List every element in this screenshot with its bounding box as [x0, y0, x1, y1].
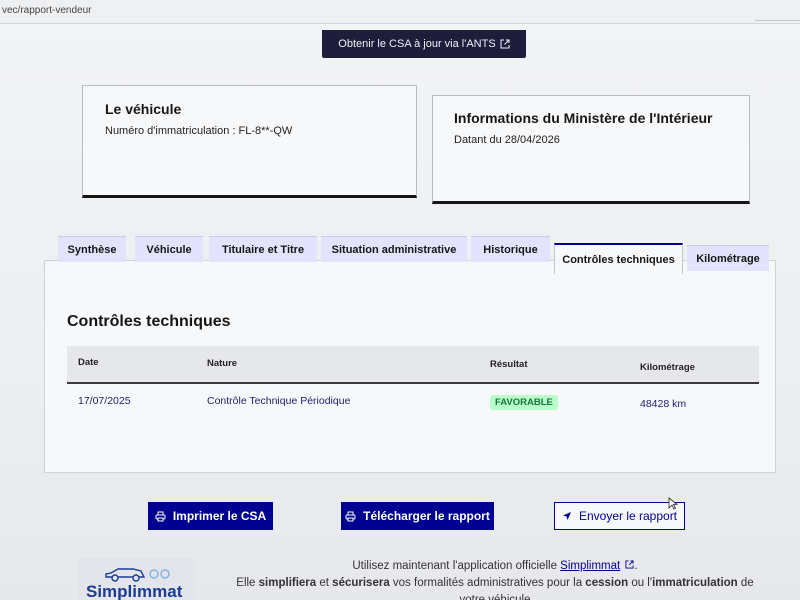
tab-synthese[interactable]: Synthèse — [58, 236, 126, 262]
send-report-button[interactable]: Envoyer le rapport — [554, 502, 685, 530]
footer-text-part: et — [316, 577, 333, 589]
controles-table: Date Nature Résultat Kilométrage 17/07/2… — [67, 346, 759, 424]
tab-situation-administrative[interactable]: Situation administrative — [321, 236, 467, 262]
footer-line-1-suffix: . — [634, 560, 638, 572]
panel-title: Contrôles techniques — [67, 313, 231, 330]
footer-text-part: de — [737, 577, 754, 589]
tab-vehicule[interactable]: Véhicule — [135, 236, 203, 262]
column-header-kilometrage: Kilométrage — [640, 362, 695, 373]
footer-emphasis: sécurisera — [332, 577, 390, 589]
page: vec/rapport-vendeur Obtenir le CSA à jou… — [0, 0, 800, 600]
footer-emphasis: cession — [585, 577, 629, 589]
vehicle-card-title: Le véhicule — [105, 101, 182, 117]
column-header-date: Date — [78, 357, 99, 368]
car-icon — [105, 568, 170, 582]
vehicle-card: Le véhicule Numéro d'immatriculation : F… — [82, 85, 417, 198]
column-header-nature: Nature — [207, 358, 238, 369]
tab-titulaire[interactable]: Titulaire et Titre — [209, 236, 317, 262]
url-text: vec/rapport-vendeur — [2, 5, 92, 16]
table-header: Date Nature Résultat Kilométrage — [67, 346, 759, 384]
footer-promo-text: Utilisez maintenant l'application offici… — [215, 558, 775, 600]
ministry-card-title: Informations du Ministère de l'Intérieur — [454, 110, 713, 126]
table-row: 17/07/2025 Contrôle Technique Périodique… — [67, 384, 759, 424]
external-link-icon — [500, 39, 510, 49]
footer-line-1: Utilisez maintenant l'application offici… — [215, 558, 775, 575]
ants-csa-link-button[interactable]: Obtenir le CSA à jour via l'ANTS — [322, 30, 526, 58]
footer-text-part: ou l' — [628, 577, 653, 589]
ministry-date-text: Datant du 28/04/2026 — [454, 134, 560, 146]
tab-panel-controles: Contrôles techniques Date Nature Résulta… — [44, 260, 776, 473]
result-badge: FAVORABLE — [490, 395, 558, 410]
cell-kilometrage: 48428 km — [640, 398, 687, 410]
action-bar: Imprimer le CSA Télécharger le rapport E… — [0, 502, 800, 532]
tab-controles-techniques[interactable]: Contrôles techniques — [554, 243, 683, 274]
tab-historique[interactable]: Historique — [471, 236, 550, 262]
footer-line-3: votre véhicule — [459, 594, 531, 600]
ants-csa-label: Obtenir le CSA à jour via l'ANTS — [338, 38, 496, 50]
send-report-label: Envoyer le rapport — [578, 509, 678, 523]
tab-bar: Synthèse Véhicule Titulaire et Titre Sit… — [58, 236, 778, 274]
simplimmat-logo[interactable]: Simplimmat — [78, 558, 196, 600]
browser-frame-edge — [755, 20, 800, 21]
plate-number-text: Numéro d'immatriculation : FL-8**-QW — [105, 125, 293, 137]
simplimmat-link[interactable]: Simplimmat — [560, 560, 620, 572]
printer-icon — [345, 511, 356, 521]
tab-kilometrage[interactable]: Kilométrage — [687, 245, 769, 271]
logo-wordmark: Simplimmat — [86, 582, 183, 600]
mouse-cursor-icon — [668, 497, 678, 510]
download-report-label: Télécharger le rapport — [363, 509, 490, 523]
footer-text-part: vos formalités administratives pour la — [389, 577, 586, 589]
ministry-card: Informations du Ministère de l'Intérieur… — [432, 95, 750, 204]
cell-date: 17/07/2025 — [78, 395, 131, 407]
browser-url-bar[interactable]: vec/rapport-vendeur — [0, 0, 800, 24]
print-csa-label: Imprimer le CSA — [172, 509, 267, 523]
footer-line-2: Elle simplifiera et sécurisera vos forma… — [215, 575, 775, 592]
send-icon — [562, 512, 571, 520]
footer-emphasis: simplifiera — [258, 577, 317, 589]
print-csa-button[interactable]: Imprimer le CSA — [148, 502, 273, 530]
column-header-resultat: Résultat — [490, 359, 528, 370]
footer-line-1-prefix: Utilisez maintenant l'application offici… — [352, 560, 561, 572]
download-report-button[interactable]: Télécharger le rapport — [341, 502, 494, 530]
cell-nature: Contrôle Technique Périodique — [207, 395, 351, 407]
printer-icon — [155, 511, 166, 521]
footer-text-part: Elle — [236, 577, 259, 589]
footer-emphasis: immatriculation — [652, 577, 738, 589]
